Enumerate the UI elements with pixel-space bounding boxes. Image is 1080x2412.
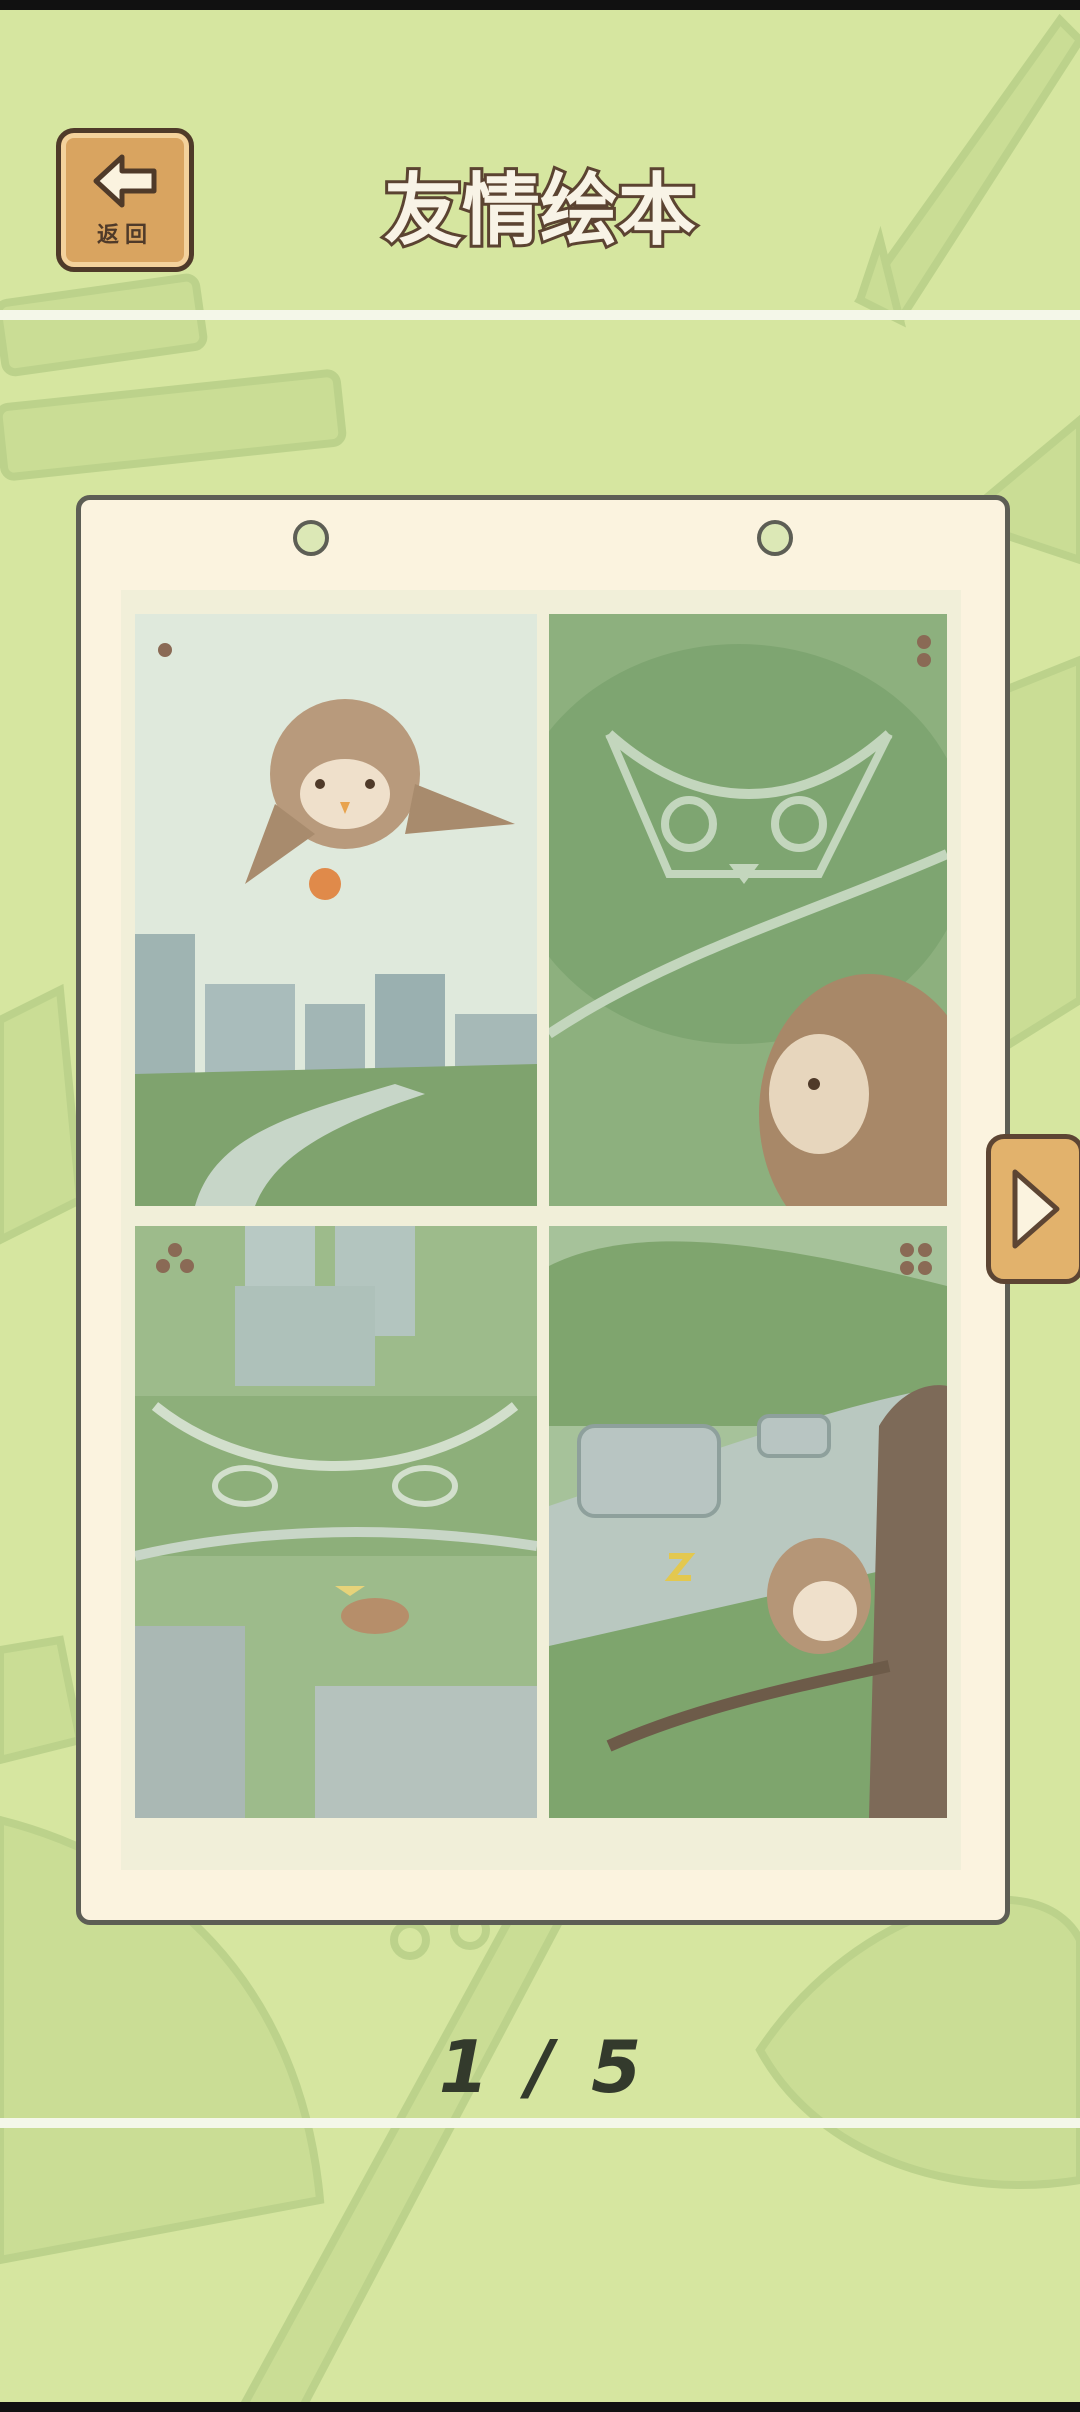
total-pages: 5 (591, 2025, 642, 2109)
current-page: 1 (438, 2025, 489, 2109)
panel-marker-three-dots-b (156, 1259, 170, 1273)
comic-panel-1 (135, 614, 537, 1206)
panel-marker-four-dots-a (900, 1243, 914, 1257)
navigation-bar (0, 2402, 1080, 2412)
right-triangle-icon (1012, 1169, 1060, 1249)
panel-marker-three-dots-a (168, 1243, 182, 1257)
comic-panel-2 (549, 614, 947, 1206)
back-button-label: 返回 (96, 223, 153, 248)
footer-divider (0, 2118, 1080, 2128)
panel-marker-four-dots-c (900, 1261, 914, 1275)
panel-marker-four-dots-b (918, 1243, 932, 1257)
left-arrow-icon (93, 154, 157, 208)
page-indicator: 1 / 5 (420, 2025, 660, 2115)
panel-marker-two-dots-a (917, 635, 931, 649)
comic-panel-3 (135, 1226, 537, 1818)
back-button[interactable]: 返回 (56, 128, 194, 272)
panel-marker-four-dots-d (918, 1261, 932, 1275)
next-page-button[interactable] (986, 1134, 1080, 1284)
storybook-page (76, 495, 1010, 1925)
page-title: 友情绘本 (381, 163, 699, 259)
comic-panels (121, 590, 961, 1870)
binder-hole-left (293, 520, 329, 556)
panel-marker-two-dots-b (917, 653, 931, 667)
panel-marker-one-dot (158, 643, 172, 657)
panel-marker-three-dots-c (180, 1259, 194, 1273)
comic-panel-4 (549, 1226, 947, 1818)
binder-hole-right (757, 520, 793, 556)
page-separator: / (526, 2025, 554, 2109)
header-divider (0, 310, 1080, 320)
